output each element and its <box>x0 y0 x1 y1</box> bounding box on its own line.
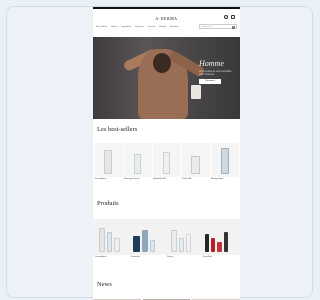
banner-caption: Exomega <box>131 256 140 258</box>
product-name: Protect AD <box>182 178 192 180</box>
product-card[interactable]: Epitheliale A.H <box>153 143 181 183</box>
header-icons <box>224 15 235 19</box>
search-icon[interactable] <box>232 25 235 29</box>
product-name: Biology Hydra <box>211 178 224 180</box>
main-nav: Nos produits Besoin Ingrédients Expertis… <box>96 26 179 28</box>
account-icon[interactable] <box>224 15 228 19</box>
product-card[interactable]: Dermalibour+ <box>95 143 123 183</box>
top-bar <box>93 7 240 9</box>
products-title: Produits <box>97 200 119 207</box>
nav-item-expertise[interactable]: Expertise <box>135 26 143 28</box>
product-name: Epitheliale A.H <box>153 178 167 180</box>
product-image <box>211 143 239 177</box>
products-banners: Dermalibour+ Exomega Protect Sensifluid <box>93 219 240 261</box>
hero-image-head <box>153 53 171 73</box>
bag-icon[interactable] <box>231 15 235 19</box>
products-banner-image[interactable] <box>93 219 240 255</box>
hero-image-bottle <box>191 85 201 99</box>
product-image <box>153 143 181 177</box>
product-card[interactable]: Protect AD <box>182 143 210 183</box>
search-input[interactable]: Rechercher <box>199 24 237 29</box>
product-card[interactable]: Exomega Control <box>124 143 152 183</box>
product-image <box>95 143 123 177</box>
banner-caption: Protect <box>167 256 174 258</box>
bestsellers-row: Dermalibour+ Exomega Control Epitheliale… <box>93 143 240 183</box>
nav-item-news[interactable]: Actualités <box>170 26 179 28</box>
hero-subtitle: Une routine de soin complète pour l'homm… <box>199 70 232 76</box>
nav-item-brand[interactable]: Marque <box>159 26 166 28</box>
hero-cta-button[interactable]: Découvrir <box>199 79 221 84</box>
product-name: Exomega Control <box>124 178 140 180</box>
product-name: Dermalibour+ <box>95 178 108 180</box>
banner-caption: Dermalibour+ <box>95 256 108 258</box>
nav-item-ingredients[interactable]: Ingrédients <box>121 26 131 28</box>
nav-item-needs[interactable]: Besoin <box>111 26 117 28</box>
search-placeholder: Rechercher <box>202 26 213 28</box>
news-title: News <box>97 281 112 288</box>
nav-item-advice[interactable]: Conseils <box>148 26 156 28</box>
bestsellers-title: Les best-sellers <box>97 126 138 133</box>
hero-banner[interactable]: Homme Une routine de soin complète pour … <box>93 37 240 119</box>
web-page: A·DERMA Nos produits Besoin Ingrédients … <box>93 7 240 300</box>
hero-title: Homme <box>199 59 224 68</box>
product-image <box>124 143 152 177</box>
nav-item-products[interactable]: Nos produits <box>96 26 107 28</box>
banner-caption: Sensifluid <box>203 256 212 258</box>
product-image <box>182 143 210 177</box>
brand-logo[interactable]: A·DERMA <box>93 16 240 21</box>
product-card[interactable]: Biology Hydra <box>211 143 239 183</box>
